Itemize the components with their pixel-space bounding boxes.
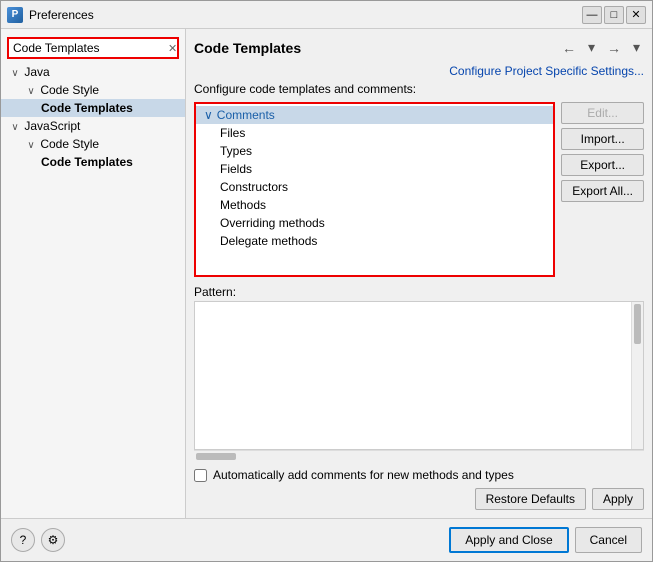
tree-item-fields-label: Fields [220,162,252,176]
expand-javascript-icon: ∨ [9,122,21,133]
tree-item-delegate-methods[interactable]: Delegate methods [196,232,553,250]
bottom-buttons: Restore Defaults Apply [194,488,644,510]
nav-dropdown-button[interactable]: ▾ [584,37,599,58]
restore-defaults-button[interactable]: Restore Defaults [475,488,586,510]
content-area: ✕ ∨ Java ∨ Code Style Code Templates ∨ J… [1,29,652,518]
title-bar: P Preferences — □ ✕ [1,1,652,29]
search-input[interactable] [13,41,168,55]
sidebar-item-js-codetemplates[interactable]: Code Templates [1,153,185,171]
tree-item-delegate-label: Delegate methods [220,234,317,248]
sidebar-item-java-codestyle[interactable]: ∨ Code Style [1,81,185,99]
nav-back-button[interactable]: ← [558,38,580,58]
maximize-button[interactable]: □ [604,6,624,24]
tree-item-overriding-methods[interactable]: Overriding methods [196,214,553,232]
pattern-scrollbar-h[interactable] [194,450,644,462]
tree-item-overriding-label: Overriding methods [220,216,325,230]
edit-button[interactable]: Edit... [561,102,644,124]
sidebar: ✕ ∨ Java ∨ Code Style Code Templates ∨ J… [1,29,186,518]
sidebar-item-js-codestyle[interactable]: ∨ Code Style [1,135,185,153]
cancel-button[interactable]: Cancel [575,527,642,553]
main-panel: Code Templates ← ▾ → ▾ Configure Project… [186,29,652,518]
sidebar-item-javascript-label: JavaScript [24,119,80,133]
sidebar-item-java-codetemplates-label: Code Templates [41,101,133,115]
tree-item-types[interactable]: Types [196,142,553,160]
tree-item-constructors[interactable]: Constructors [196,178,553,196]
pattern-area [194,301,644,450]
auto-comments-row: Automatically add comments for new metho… [194,468,644,482]
sidebar-search-box[interactable]: ✕ [7,37,179,59]
tree-item-files-label: Files [220,126,245,140]
minimize-button[interactable]: — [582,6,602,24]
pattern-label: Pattern: [194,285,644,299]
sidebar-item-java-codetemplates[interactable]: Code Templates [1,99,185,117]
sidebar-item-java-codestyle-label: Code Style [40,83,99,97]
panel-header: Code Templates ← ▾ → ▾ [194,37,644,58]
apply-close-button[interactable]: Apply and Close [449,527,568,553]
tree-item-methods[interactable]: Methods [196,196,553,214]
help-button[interactable]: ? [11,528,35,552]
expand-java-icon: ∨ [9,68,21,79]
search-clear-icon[interactable]: ✕ [168,42,177,55]
export-button[interactable]: Export... [561,154,644,176]
auto-comments-checkbox[interactable] [194,469,207,482]
auto-comments-label: Automatically add comments for new metho… [213,468,514,482]
sidebar-item-js-codestyle-label: Code Style [40,137,99,151]
panel-nav: ← ▾ → ▾ [558,37,644,58]
code-templates-tree: ∨ Comments Files Types Fields Constructo… [194,102,555,277]
expand-comments-icon: ∨ [204,108,213,122]
sidebar-item-java[interactable]: ∨ Java [1,63,185,81]
close-button[interactable]: ✕ [626,6,646,24]
scrollbar-thumb-h [196,453,236,460]
pattern-section: Pattern: [194,285,644,462]
expand-java-codestyle-icon: ∨ [25,86,37,97]
window-title: Preferences [29,8,582,22]
tree-item-types-label: Types [220,144,252,158]
expand-js-codestyle-icon: ∨ [25,140,37,151]
description-bar: Configure code templates and comments: [194,82,644,96]
pattern-textarea[interactable] [195,302,631,449]
tree-item-files[interactable]: Files [196,124,553,142]
preferences-window: P Preferences — □ ✕ ✕ ∨ Java ∨ Code Styl… [0,0,653,562]
tree-item-constructors-label: Constructors [220,180,288,194]
export-all-button[interactable]: Export All... [561,180,644,202]
footer: ? ⚙ Apply and Close Cancel [1,518,652,561]
tree-item-fields[interactable]: Fields [196,160,553,178]
tree-item-comments-label: Comments [217,108,275,122]
description-text: Configure code templates and comments: [194,82,416,96]
sidebar-item-javascript[interactable]: ∨ JavaScript [1,117,185,135]
sidebar-item-java-label: Java [24,65,49,79]
app-icon: P [7,7,23,23]
footer-right: Apply and Close Cancel [449,527,642,553]
configure-project-link[interactable]: Configure Project Specific Settings... [449,64,644,78]
settings-button[interactable]: ⚙ [41,528,65,552]
panel-title: Code Templates [194,40,301,56]
window-controls: — □ ✕ [582,6,646,24]
tree-item-comments[interactable]: ∨ Comments [196,106,553,124]
nav-forward-dropdown-button[interactable]: ▾ [629,37,644,58]
tree-item-methods-label: Methods [220,198,266,212]
action-buttons: Edit... Import... Export... Export All..… [561,102,644,277]
scrollbar-thumb-v [634,304,641,344]
footer-left: ? ⚙ [11,528,65,552]
sidebar-item-js-codetemplates-label: Code Templates [41,155,133,169]
apply-button[interactable]: Apply [592,488,644,510]
middle-area: ∨ Comments Files Types Fields Constructo… [194,102,644,277]
nav-forward-button[interactable]: → [603,38,625,58]
pattern-scrollbar-v[interactable] [631,302,643,449]
import-button[interactable]: Import... [561,128,644,150]
